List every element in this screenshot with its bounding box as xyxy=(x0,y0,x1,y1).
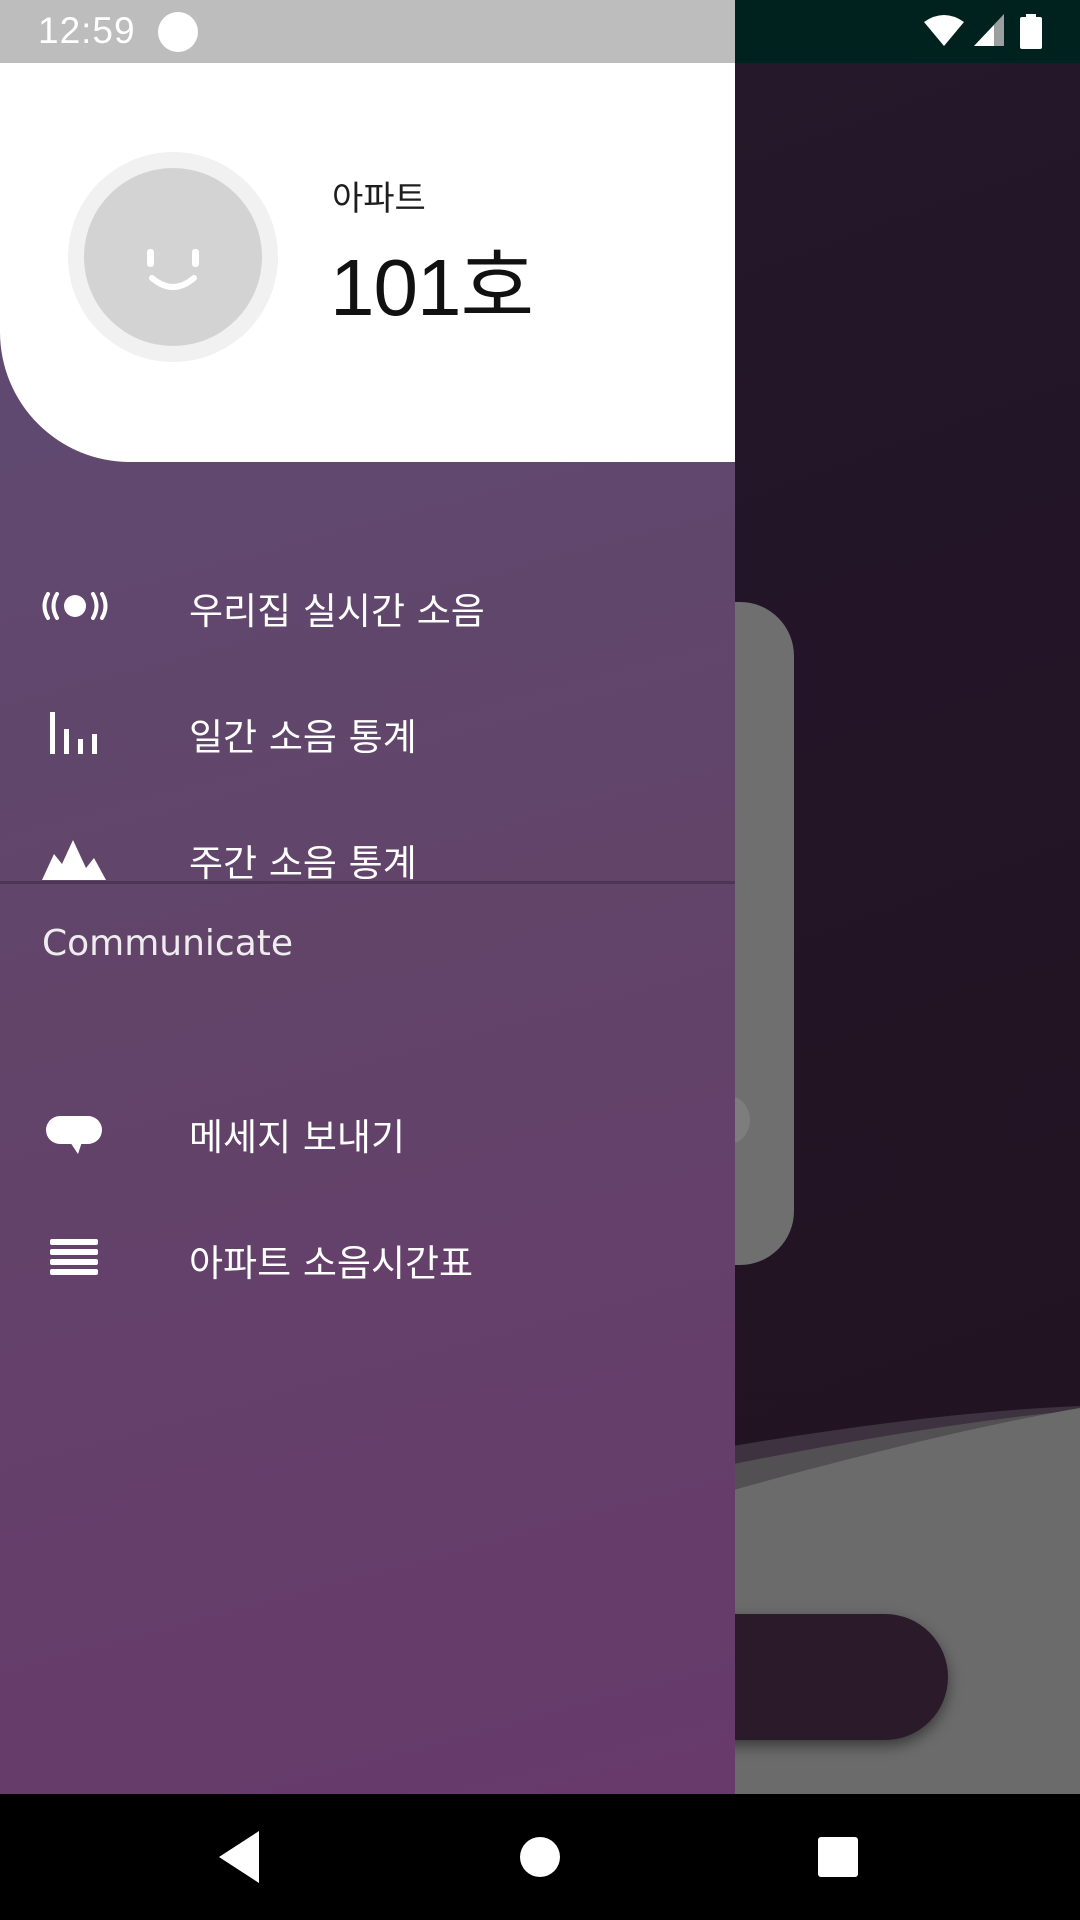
back-icon[interactable] xyxy=(205,1825,269,1889)
notification-dot-icon xyxy=(158,12,198,52)
signal-icon xyxy=(974,14,1004,46)
menu-item-label: 주간 소음 통계 xyxy=(189,842,417,885)
menu-item-noise-schedule[interactable]: 아파트 소음시간표 xyxy=(0,1195,735,1321)
status-icons xyxy=(924,14,1042,49)
menu-item-label: 아파트 소음시간표 xyxy=(189,1242,474,1285)
header-subtitle: 아파트 xyxy=(332,179,426,219)
mountain-chart-icon xyxy=(42,840,106,880)
menu-item-label: 메세지 보내기 xyxy=(189,1116,406,1159)
wifi-icon xyxy=(924,15,964,46)
header-title: 101호 xyxy=(330,243,534,332)
menu-item-label: 일간 소음 통계 xyxy=(189,716,417,759)
status-bar: 12:59 xyxy=(0,0,1080,63)
menu-item-live-noise[interactable]: 우리집 실시간 소음 xyxy=(0,543,735,669)
bar-chart-icon xyxy=(50,712,97,754)
avatar[interactable] xyxy=(84,168,262,346)
smiley-face-icon xyxy=(147,249,199,290)
status-time: 12:59 xyxy=(38,10,136,51)
system-navigation-bar xyxy=(0,1794,1080,1920)
chat-bubble-icon xyxy=(46,1116,102,1154)
menu-item-daily-stats[interactable]: 일간 소음 통계 xyxy=(0,669,735,795)
menu-item-label: 우리집 실시간 소음 xyxy=(189,590,485,633)
home-icon[interactable] xyxy=(508,1825,572,1889)
drawer-header: 아파트 101호 xyxy=(0,63,735,462)
menu-item-weekly-stats[interactable]: 주간 소음 통계 xyxy=(0,795,735,921)
battery-icon xyxy=(1020,14,1042,49)
navigation-drawer: 아파트 101호 우리집 실시간 소음 일간 소음 통계 주간 소음 통계 Co… xyxy=(0,63,735,1794)
menu-divider xyxy=(0,881,735,884)
list-lines-icon xyxy=(50,1239,98,1275)
menu-item-send-message[interactable]: 메세지 보내기 xyxy=(0,1069,735,1195)
live-broadcast-icon xyxy=(42,592,108,620)
section-title-communicate: Communicate xyxy=(42,923,294,964)
recents-icon[interactable] xyxy=(806,1825,870,1889)
